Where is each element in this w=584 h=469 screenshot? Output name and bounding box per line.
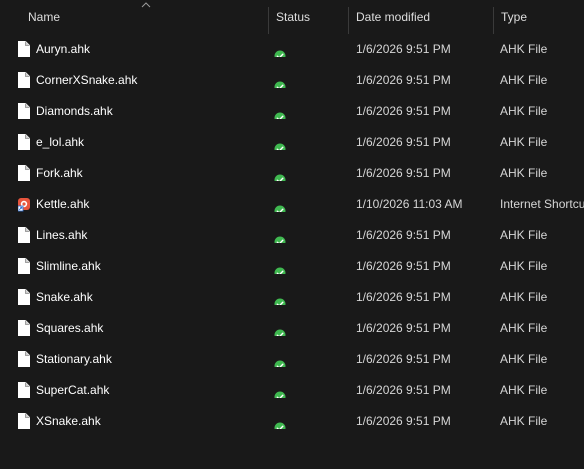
file-row[interactable]: Squares.ahk 1/6/2026 9:51 PM AHK File: [0, 313, 584, 344]
file-rows: Auryn.ahk 1/6/2026 9:51 PM AHK File CornerX…: [0, 34, 584, 437]
sync-check-icon: [274, 384, 288, 398]
date-modified: 1/6/2026 9:51 PM: [356, 166, 451, 180]
file-name[interactable]: Kettle.ahk: [36, 189, 266, 220]
file-row[interactable]: Slimline.ahk 1/6/2026 9:51 PM AHK File: [0, 251, 584, 282]
file-icon: [18, 413, 30, 429]
file-row[interactable]: Snake.ahk 1/6/2026 9:51 PM AHK File: [0, 282, 584, 313]
column-header-type[interactable]: Type: [501, 0, 527, 34]
date-modified: 1/10/2026 11:03 AM: [356, 197, 463, 211]
file-row[interactable]: SuperCat.ahk 1/6/2026 9:51 PM AHK File: [0, 375, 584, 406]
date-modified: 1/6/2026 9:51 PM: [356, 321, 451, 335]
file-row[interactable]: Kettle.ahk 1/10/2026 11:03 AM Internet Sho…: [0, 189, 584, 220]
file-icon: [18, 382, 30, 398]
file-row[interactable]: CornerXSnake.ahk 1/6/2026 9:51 PM AHK File: [0, 65, 584, 96]
file-type: AHK File: [500, 352, 548, 366]
sync-check-icon: [274, 322, 288, 336]
sync-check-icon: [274, 229, 288, 243]
file-name[interactable]: Squares.ahk: [36, 313, 266, 344]
file-row[interactable]: Lines.ahk 1/6/2026 9:51 PM AHK File: [0, 220, 584, 251]
column-header-date-modified[interactable]: Date modified: [356, 0, 430, 34]
sync-check-icon: [274, 260, 288, 274]
column-header-bar: Name Status Date modified Type: [0, 0, 584, 34]
date-modified: 1/6/2026 9:51 PM: [356, 42, 451, 56]
file-icon: [18, 103, 30, 119]
file-type: Internet Shortcut: [500, 197, 584, 211]
file-type: AHK File: [500, 321, 548, 335]
file-icon: [18, 351, 30, 367]
column-divider[interactable]: [493, 7, 494, 34]
file-name[interactable]: Lines.ahk: [36, 220, 266, 251]
file-icon: [18, 227, 30, 243]
column-divider[interactable]: [268, 7, 269, 34]
date-modified: 1/6/2026 9:51 PM: [356, 228, 451, 242]
file-icon: [18, 258, 30, 274]
file-type: AHK File: [500, 73, 548, 87]
file-row[interactable]: XSnake.ahk 1/6/2026 9:51 PM AHK File: [0, 406, 584, 437]
sync-check-icon: [274, 198, 288, 212]
file-type: AHK File: [500, 414, 548, 428]
date-modified: 1/6/2026 9:51 PM: [356, 104, 451, 118]
date-modified: 1/6/2026 9:51 PM: [356, 259, 451, 273]
file-type: AHK File: [500, 228, 548, 242]
sync-check-icon: [274, 105, 288, 119]
sync-check-icon: [274, 136, 288, 150]
file-icon: [18, 320, 30, 336]
file-row[interactable]: Stationary.ahk 1/6/2026 9:51 PM AHK File: [0, 344, 584, 375]
file-name[interactable]: Fork.ahk: [36, 158, 266, 189]
internet-shortcut-icon: [17, 196, 30, 212]
file-type: AHK File: [500, 259, 548, 273]
sync-check-icon: [274, 167, 288, 181]
date-modified: 1/6/2026 9:51 PM: [356, 290, 451, 304]
date-modified: 1/6/2026 9:51 PM: [356, 352, 451, 366]
file-icon: [18, 72, 30, 88]
file-list-view: Name Status Date modified Type Auryn.ahk…: [0, 0, 584, 469]
file-name[interactable]: e_lol.ahk: [36, 127, 266, 158]
file-row[interactable]: Auryn.ahk 1/6/2026 9:51 PM AHK File: [0, 34, 584, 65]
file-name[interactable]: Diamonds.ahk: [36, 96, 266, 127]
file-icon: [18, 165, 30, 181]
file-row[interactable]: e_lol.ahk 1/6/2026 9:51 PM AHK File: [0, 127, 584, 158]
file-icon: [18, 289, 30, 305]
column-header-name[interactable]: Name: [28, 0, 60, 34]
sync-check-icon: [274, 74, 288, 88]
chevron-up-icon[interactable]: [141, 2, 151, 8]
file-name[interactable]: Auryn.ahk: [36, 34, 266, 65]
file-name[interactable]: XSnake.ahk: [36, 406, 266, 437]
file-type: AHK File: [500, 42, 548, 56]
file-type: AHK File: [500, 104, 548, 118]
file-type: AHK File: [500, 383, 548, 397]
file-name[interactable]: CornerXSnake.ahk: [36, 65, 266, 96]
file-name[interactable]: SuperCat.ahk: [36, 375, 266, 406]
file-type: AHK File: [500, 290, 548, 304]
file-name[interactable]: Slimline.ahk: [36, 251, 266, 282]
date-modified: 1/6/2026 9:51 PM: [356, 73, 451, 87]
file-icon: [18, 41, 30, 57]
file-type: AHK File: [500, 166, 548, 180]
sync-check-icon: [274, 415, 288, 429]
file-type: AHK File: [500, 135, 548, 149]
file-row[interactable]: Diamonds.ahk 1/6/2026 9:51 PM AHK File: [0, 96, 584, 127]
sync-check-icon: [274, 43, 288, 57]
column-header-status[interactable]: Status: [276, 0, 310, 34]
file-icon: [18, 134, 30, 150]
date-modified: 1/6/2026 9:51 PM: [356, 383, 451, 397]
date-modified: 1/6/2026 9:51 PM: [356, 135, 451, 149]
file-name[interactable]: Snake.ahk: [36, 282, 266, 313]
sync-check-icon: [274, 291, 288, 305]
date-modified: 1/6/2026 9:51 PM: [356, 414, 451, 428]
column-divider[interactable]: [348, 7, 349, 34]
sync-check-icon: [274, 353, 288, 367]
file-row[interactable]: Fork.ahk 1/6/2026 9:51 PM AHK File: [0, 158, 584, 189]
file-name[interactable]: Stationary.ahk: [36, 344, 266, 375]
